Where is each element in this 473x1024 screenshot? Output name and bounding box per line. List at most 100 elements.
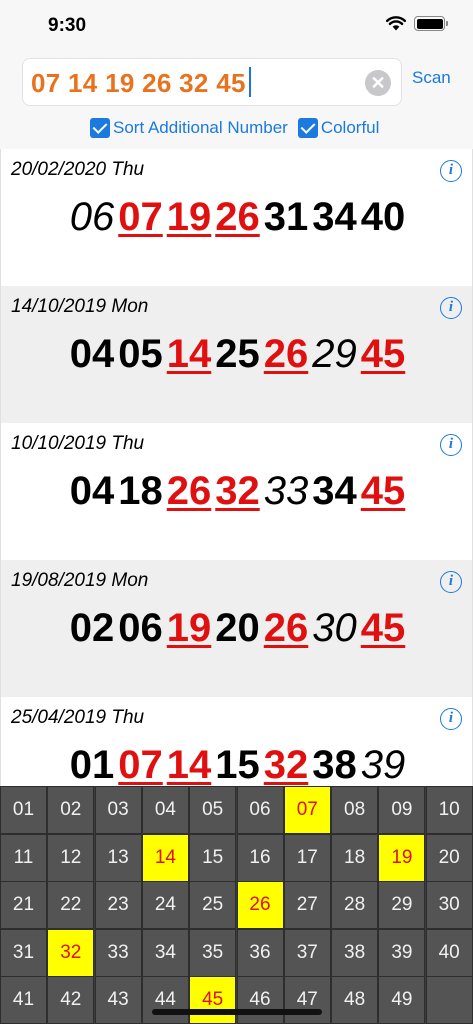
number-key[interactable]: 46: [236, 976, 284, 1024]
number-key[interactable]: 11: [0, 833, 47, 882]
number-key[interactable]: 28: [331, 881, 379, 930]
number-key[interactable]: 18: [331, 833, 379, 882]
result-row[interactable]: 20/02/2020 Thu i 06 07 19 26 31 34 40: [0, 149, 473, 286]
number-key[interactable]: 43: [94, 976, 142, 1024]
number-key[interactable]: 13: [94, 833, 142, 882]
draw-number: 02: [69, 606, 115, 650]
draw-number: 40: [360, 195, 406, 239]
option-label: Sort Additional Number: [113, 118, 288, 137]
result-row[interactable]: 25/04/2019 Thu i 01 07 14 15 32 38 39: [0, 697, 473, 786]
scan-button[interactable]: Scan: [412, 68, 451, 88]
number-key[interactable]: 32: [47, 928, 95, 977]
number-key[interactable]: 09: [378, 786, 426, 834]
search-value: 07 14 19 26 32 45: [31, 67, 251, 99]
sort-additional-checkbox[interactable]: Sort Additional Number: [90, 118, 288, 138]
colorful-checkbox[interactable]: Colorful: [297, 118, 379, 138]
number-key[interactable]: 21: [0, 881, 47, 930]
number-key[interactable]: 22: [47, 881, 95, 930]
draw-numbers: 01 07 14 15 32 38 39: [1, 741, 473, 786]
battery-icon: [414, 16, 448, 31]
number-key[interactable]: 01: [0, 786, 47, 834]
number-key[interactable]: 37: [283, 928, 331, 977]
number-key[interactable]: 30: [425, 881, 473, 930]
matched-number: 45: [360, 469, 406, 513]
wifi-icon: [386, 16, 406, 31]
number-key[interactable]: 40: [425, 928, 473, 977]
number-keypad: 01 02 03 04 05 06 07 08 09 10 11 12 13 14 15 16 17 18 19 20…: [0, 786, 473, 1024]
matched-number: 26: [263, 606, 309, 650]
draw-number: 38: [312, 743, 357, 786]
number-key[interactable]: 23: [94, 881, 142, 930]
number-key[interactable]: 41: [0, 976, 47, 1024]
additional-number: 30: [312, 606, 357, 650]
number-key[interactable]: 02: [47, 786, 95, 834]
number-key[interactable]: 36: [236, 928, 284, 977]
number-key[interactable]: 38: [331, 928, 379, 977]
number-key[interactable]: 45: [189, 976, 237, 1024]
result-row[interactable]: 19/08/2019 Mon i 02 06 19 20 26 30 45: [0, 560, 473, 697]
draw-number: 04: [69, 469, 115, 513]
checkbox-checked-icon[interactable]: [297, 118, 318, 138]
additional-number: 29: [312, 332, 357, 376]
info-icon[interactable]: i: [440, 160, 462, 182]
results-list[interactable]: 20/02/2020 Thu i 06 07 19 26 31 34 40 14/10/2019 …: [0, 149, 473, 786]
draw-number: 34: [312, 469, 357, 513]
additional-number: 06: [69, 195, 115, 239]
info-icon[interactable]: i: [440, 297, 462, 319]
checkbox-checked-icon[interactable]: [90, 118, 110, 138]
draw-number: 18: [118, 469, 163, 513]
number-key[interactable]: 39: [378, 928, 426, 977]
number-key[interactable]: 03: [94, 786, 142, 834]
number-key[interactable]: 17: [283, 833, 331, 882]
draw-date: 14/10/2019 Mon: [11, 296, 149, 317]
number-key[interactable]: 07: [283, 786, 331, 834]
empty-key: [425, 976, 473, 1024]
number-key[interactable]: 29: [378, 881, 426, 930]
number-key[interactable]: 08: [331, 786, 379, 834]
number-key[interactable]: 25: [189, 881, 237, 930]
matched-number: 26: [166, 469, 212, 513]
result-row[interactable]: 14/10/2019 Mon i 04 05 14 25 26 29 45: [0, 286, 473, 423]
number-key[interactable]: 33: [94, 928, 142, 977]
number-key[interactable]: 19: [378, 833, 426, 882]
number-key[interactable]: 49: [378, 976, 426, 1024]
number-key[interactable]: 15: [189, 833, 237, 882]
result-row[interactable]: 10/10/2019 Thu i 04 18 26 32 33 34 45: [0, 423, 473, 560]
number-key[interactable]: 20: [425, 833, 473, 882]
matched-number: 19: [166, 195, 212, 239]
number-key[interactable]: 35: [189, 928, 237, 977]
info-icon[interactable]: i: [440, 708, 462, 730]
matched-number: 45: [360, 606, 406, 650]
number-key[interactable]: 04: [141, 786, 189, 834]
draw-number: 04: [69, 332, 115, 376]
number-key[interactable]: 48: [331, 976, 379, 1024]
draw-number: 20: [215, 606, 260, 650]
number-key[interactable]: 06: [236, 786, 284, 834]
number-key[interactable]: 44: [141, 976, 189, 1024]
draw-number: 06: [118, 606, 163, 650]
draw-number: 25: [215, 332, 260, 376]
additional-number: 33: [263, 469, 309, 513]
draw-numbers: 06 07 19 26 31 34 40: [1, 193, 473, 241]
clear-icon[interactable]: ✕: [365, 70, 391, 96]
number-key[interactable]: 42: [47, 976, 95, 1024]
number-key[interactable]: 16: [236, 833, 284, 882]
number-key[interactable]: 31: [0, 928, 47, 977]
search-input[interactable]: 07 14 19 26 32 45 ✕: [22, 58, 402, 106]
info-icon[interactable]: i: [440, 571, 462, 593]
number-key[interactable]: 26: [236, 881, 284, 930]
number-key[interactable]: 47: [283, 976, 331, 1024]
number-key[interactable]: 34: [141, 928, 189, 977]
draw-numbers: 04 05 14 25 26 29 45: [1, 330, 473, 378]
number-key[interactable]: 24: [141, 881, 189, 930]
info-icon[interactable]: i: [440, 434, 462, 456]
draw-date: 10/10/2019 Thu: [11, 433, 145, 454]
draw-number: 15: [215, 743, 260, 786]
number-key[interactable]: 27: [283, 881, 331, 930]
number-key[interactable]: 05: [189, 786, 237, 834]
number-key[interactable]: 14: [141, 833, 189, 882]
matched-number: 26: [263, 332, 309, 376]
number-key[interactable]: 12: [47, 833, 95, 882]
number-key[interactable]: 10: [425, 786, 473, 834]
draw-numbers: 02 06 19 20 26 30 45: [1, 604, 473, 652]
